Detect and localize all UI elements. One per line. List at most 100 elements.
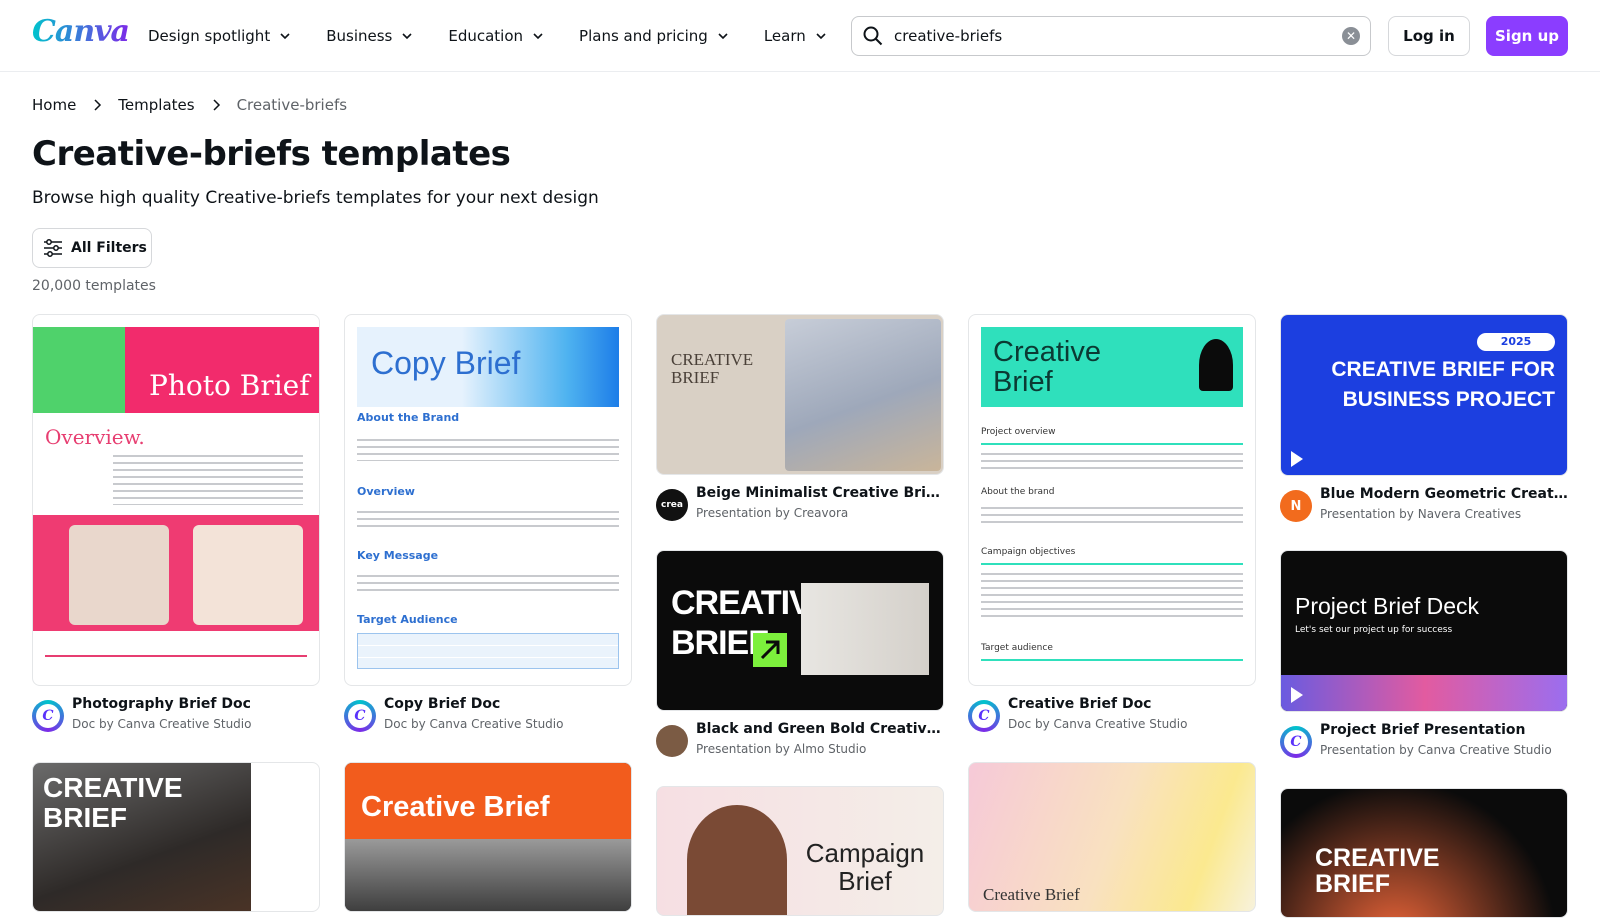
nav-education[interactable]: Education <box>436 16 557 56</box>
breadcrumb-templates[interactable]: Templates <box>118 96 194 114</box>
template-thumbnail[interactable]: Campaign Brief <box>656 786 944 916</box>
chevron-down-icon <box>280 33 290 40</box>
template-card[interactable]: CREATIVE BRIEF Black and Green Bold Crea… <box>656 550 944 757</box>
thumb-text-lines <box>357 439 619 461</box>
card-meta: C Project Brief Presentation Presentatio… <box>1280 722 1568 758</box>
template-thumbnail[interactable]: Photo Brief Overview. <box>32 314 320 686</box>
nav-business[interactable]: Business <box>314 16 426 56</box>
thumb-header-band: Photo Brief <box>33 327 319 413</box>
thumb-text-lines <box>981 507 1243 523</box>
template-thumbnail[interactable]: CREATIVE BRIEF <box>656 314 944 475</box>
thumb-title: Copy Brief <box>371 345 521 381</box>
template-card[interactable]: Creative Brief <box>344 762 632 912</box>
thumb-portrait <box>193 525 303 625</box>
template-card[interactable]: CREATIVE BRIEF <box>32 762 320 912</box>
nav-design-spotlight[interactable]: Design spotlight <box>136 16 304 56</box>
template-thumbnail[interactable]: Project Brief Deck Let's set our project… <box>1280 550 1568 712</box>
thumb-title: CREATIVE BRIEF <box>1315 844 1440 898</box>
template-thumbnail[interactable]: 2025 CREATIVE BRIEF FOR BUSINESS PROJECT <box>1280 314 1568 476</box>
template-card[interactable]: CREATIVE BRIEF crea Beige Minimalist Cre… <box>656 314 944 521</box>
thumb-title: Project Brief Deck <box>1295 593 1480 619</box>
creator-avatar <box>656 725 688 757</box>
thumb-title: Creative Brief <box>983 885 1080 904</box>
card-meta: N Blue Modern Geometric Creative B... Pr… <box>1280 486 1568 522</box>
play-icon[interactable] <box>1291 451 1303 467</box>
nav-label: Learn <box>763 27 806 45</box>
template-thumbnail[interactable]: Creative Brief <box>968 762 1256 912</box>
clear-search-icon[interactable]: ✕ <box>1342 27 1360 45</box>
thumb-section: Campaign objectives <box>981 547 1076 557</box>
thumb-divider <box>981 443 1243 445</box>
canva-logo[interactable]: Canva <box>32 14 130 49</box>
top-header: Canva Design spotlight Business Educatio… <box>0 0 1600 72</box>
thumb-portrait <box>687 805 787 915</box>
template-count: 20,000 templates <box>32 278 156 294</box>
card-title[interactable]: Creative Brief Doc <box>1008 696 1256 712</box>
template-thumbnail[interactable]: Creative Brief Project overview About th… <box>968 314 1256 686</box>
breadcrumb-home[interactable]: Home <box>32 96 76 114</box>
template-thumbnail[interactable]: CREATIVE BRIEF <box>1280 788 1568 918</box>
search-input[interactable] <box>894 27 1324 45</box>
creator-avatar: C <box>32 700 64 732</box>
thumb-city-photo <box>345 839 631 911</box>
search-bar: ✕ <box>851 16 1371 56</box>
chevron-down-icon <box>533 33 543 40</box>
template-card[interactable]: 2025 CREATIVE BRIEF FOR BUSINESS PROJECT… <box>1280 314 1568 522</box>
chevron-down-icon <box>718 33 728 40</box>
chevron-down-icon <box>816 33 826 40</box>
thumb-heading: Overview. <box>45 425 145 449</box>
nav-plans-and-pricing[interactable]: Plans and pricing <box>567 16 742 56</box>
thumb-photo-band <box>33 515 319 631</box>
play-icon[interactable] <box>1291 687 1303 703</box>
nav-learn[interactable]: Learn <box>752 16 840 56</box>
card-title[interactable]: Beige Minimalist Creative Brief Pre... <box>696 485 944 501</box>
page-title: Creative-briefs templates <box>32 134 511 174</box>
thumb-title: Campaign Brief <box>805 838 925 896</box>
template-card[interactable]: CREATIVE BRIEF <box>1280 788 1568 918</box>
nav-label: Education <box>448 27 524 45</box>
template-thumbnail[interactable]: CREATIVE BRIEF <box>656 550 944 711</box>
card-creator: Presentation by Canva Creative Studio <box>1320 743 1552 757</box>
signup-button[interactable]: Sign up <box>1486 16 1568 56</box>
thumb-title: Creative Brief <box>361 791 550 823</box>
thumb-section: About the Brand <box>357 411 460 424</box>
thumb-portrait <box>69 525 169 625</box>
thumb-text-lines <box>357 575 619 591</box>
search-icon <box>863 26 883 46</box>
thumb-text-lines <box>981 453 1243 469</box>
thumb-section: Project overview <box>981 427 1056 437</box>
creator-avatar: C <box>344 700 376 732</box>
card-title[interactable]: Photography Brief Doc <box>72 696 320 712</box>
all-filters-button[interactable]: All Filters <box>32 228 152 268</box>
card-title[interactable]: Copy Brief Doc <box>384 696 632 712</box>
template-card[interactable]: Creative Brief Project overview About th… <box>968 314 1256 732</box>
card-creator: Presentation by Navera Creatives <box>1320 507 1522 521</box>
template-card[interactable]: Photo Brief Overview. C Photography Brie… <box>32 314 320 732</box>
breadcrumb: Home Templates Creative-briefs <box>32 96 347 114</box>
card-title[interactable]: Black and Green Bold Creative Bri... <box>696 721 944 737</box>
card-creator: Doc by Canva Creative Studio <box>384 717 564 731</box>
template-card[interactable]: Campaign Brief <box>656 786 944 916</box>
card-creator: Doc by Canva Creative Studio <box>72 717 252 731</box>
filter-sliders-icon <box>44 239 62 257</box>
template-thumbnail[interactable]: Copy Brief About the Brand Overview Key … <box>344 314 632 686</box>
template-card[interactable]: Copy Brief About the Brand Overview Key … <box>344 314 632 732</box>
login-button[interactable]: Log in <box>1388 16 1470 56</box>
thumb-section: About the brand <box>981 487 1055 497</box>
template-card[interactable]: Creative Brief <box>968 762 1256 912</box>
thumb-text-lines <box>357 511 619 527</box>
thumb-divider <box>981 563 1243 565</box>
card-meta: Black and Green Bold Creative Bri... Pre… <box>656 721 944 757</box>
template-card[interactable]: Project Brief Deck Let's set our project… <box>1280 550 1568 758</box>
chevron-right-icon <box>213 99 220 111</box>
thumb-gradient-band <box>1281 675 1567 711</box>
year-badge: 2025 <box>1477 333 1555 351</box>
card-title[interactable]: Blue Modern Geometric Creative B... <box>1320 486 1568 502</box>
template-thumbnail[interactable]: CREATIVE BRIEF <box>32 762 320 912</box>
thumb-vase-photo <box>801 583 929 675</box>
card-title[interactable]: Project Brief Presentation <box>1320 722 1568 738</box>
template-thumbnail[interactable]: Creative Brief <box>344 762 632 912</box>
thumb-text-lines <box>113 455 303 505</box>
nav-label: Business <box>326 27 393 45</box>
thumb-tagline: Let's set our project up for success <box>1295 625 1453 635</box>
